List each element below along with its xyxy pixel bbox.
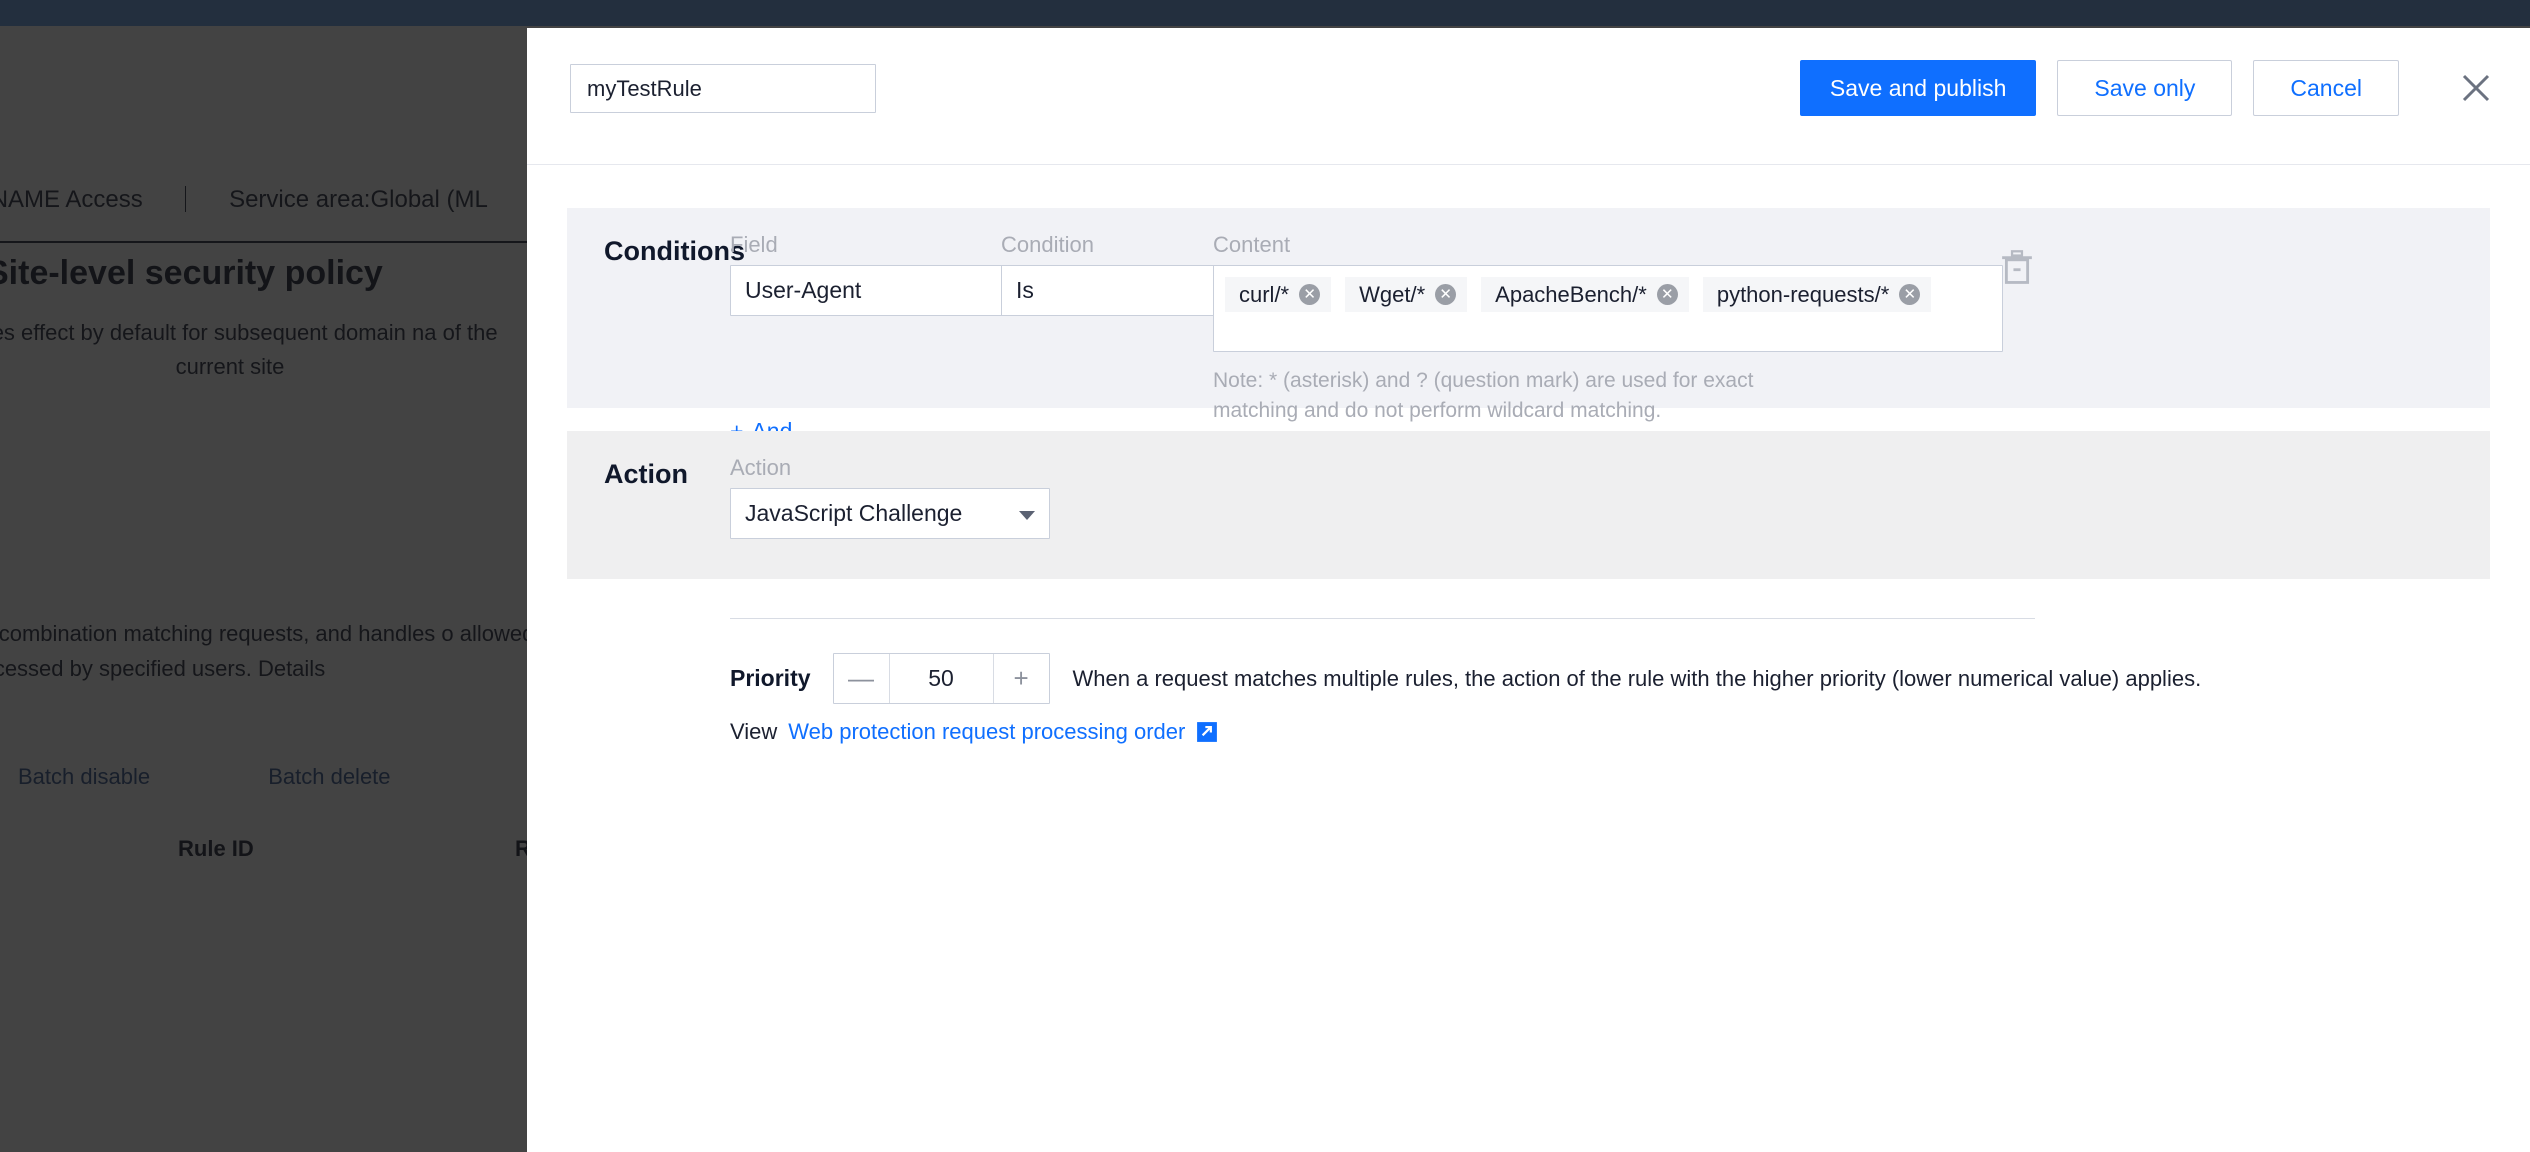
chevron-down-icon <box>1019 510 1035 520</box>
column-header-rule-id: Rule ID <box>178 836 254 861</box>
content-tag-label: curl/* <box>1239 281 1290 307</box>
action-divider <box>730 618 2035 619</box>
batch-delete-button[interactable]: Batch delete <box>268 764 390 789</box>
priority-input[interactable]: 50 <box>889 654 993 703</box>
page-description: dition combination matching requests, an… <box>0 621 559 682</box>
content-tag-label: python-requests/* <box>1716 281 1890 307</box>
external-link-icon[interactable] <box>1196 721 1218 743</box>
condition-row: Field User-Agent Condition Is Content cu… <box>567 208 2490 444</box>
conditions-panel: Conditions Field User-Agent Condition Is <box>567 208 2490 444</box>
action-label: Action <box>730 455 792 480</box>
action-select[interactable]: JavaScript Challenge <box>730 488 1050 539</box>
meta-divider <box>185 186 187 212</box>
priority-row: Priority — 50 + When a request matches m… <box>730 653 2201 704</box>
page-subtitle: takes effect by default for subsequent d… <box>0 320 498 380</box>
field-select-value: User-Agent <box>745 277 862 303</box>
content-tag: ApacheBench/* ✕ <box>1481 277 1689 312</box>
cancel-button[interactable]: Cancel <box>2253 60 2399 116</box>
close-icon[interactable] <box>2453 65 2499 111</box>
edit-rule-modal: Save and publish Save only Cancel Condit… <box>527 28 2530 1152</box>
remove-tag-icon[interactable]: ✕ <box>1299 284 1321 305</box>
content-tag: python-requests/* ✕ <box>1702 277 1932 312</box>
processing-order-link[interactable]: Web protection request processing order <box>788 719 1185 745</box>
content-tag-label: Wget/* <box>1359 281 1426 307</box>
condition-select-value: Is <box>1016 277 1034 303</box>
view-label: View <box>730 719 778 744</box>
remove-tag-icon[interactable]: ✕ <box>1435 284 1457 305</box>
remove-tag-icon[interactable]: ✕ <box>1656 284 1678 305</box>
page-title: Site-level security policy <box>0 254 383 292</box>
modal-header: Save and publish Save only Cancel <box>527 28 2530 165</box>
content-tag: Wget/* ✕ <box>1345 277 1468 312</box>
global-top-nav-bar <box>0 0 2530 26</box>
rule-name-input[interactable] <box>570 64 876 113</box>
section-divider <box>0 241 560 243</box>
action-panel: Action Action JavaScript Challenge Prior… <box>567 431 2490 744</box>
view-processing-order-row: View Web protection request processing o… <box>730 719 1218 745</box>
priority-hint-text: When a request matches multiple rules, t… <box>1072 665 2202 691</box>
modal-header-actions: Save and publish Save only Cancel <box>1799 60 2499 116</box>
action-select-value: JavaScript Challenge <box>745 500 963 526</box>
service-area-text: Service area:Global (ML <box>229 186 488 213</box>
content-label: Content <box>1213 232 1291 257</box>
action-row: Action JavaScript Challenge Priority — 5… <box>567 431 2490 744</box>
priority-stepper: — 50 + <box>832 653 1050 704</box>
content-input-group: Content curl/* ✕ Wget/* ✕ ApacheBench/* <box>1213 234 2003 427</box>
priority-decrement-button[interactable]: — <box>834 654 890 703</box>
remove-tag-icon[interactable]: ✕ <box>1899 284 1921 305</box>
batch-actions: Batch disable Batch delete <box>18 764 391 790</box>
modal-body: Conditions Field User-Agent Condition Is <box>527 165 2530 744</box>
batch-disable-button[interactable]: Batch disable <box>18 764 150 789</box>
site-meta-row: de:CNAME Access Service area:Global (ML <box>0 186 488 214</box>
trash-icon[interactable] <box>2000 250 2034 288</box>
save-only-button[interactable]: Save only <box>2057 60 2233 116</box>
priority-increment-button[interactable]: + <box>992 654 1049 703</box>
content-tag-label: ApacheBench/* <box>1495 281 1647 307</box>
content-tag: curl/* ✕ <box>1225 277 1332 312</box>
save-and-publish-button[interactable]: Save and publish <box>1799 60 2037 116</box>
content-note: Note: * (asterisk) and ? (question mark)… <box>1213 369 1754 423</box>
priority-label: Priority <box>730 665 811 691</box>
content-tag-input[interactable]: curl/* ✕ Wget/* ✕ ApacheBench/* ✕ python… <box>1213 265 2003 352</box>
action-selector-group: Action JavaScript Challenge <box>730 457 1050 539</box>
access-mode-text: de:CNAME Access <box>0 186 143 213</box>
